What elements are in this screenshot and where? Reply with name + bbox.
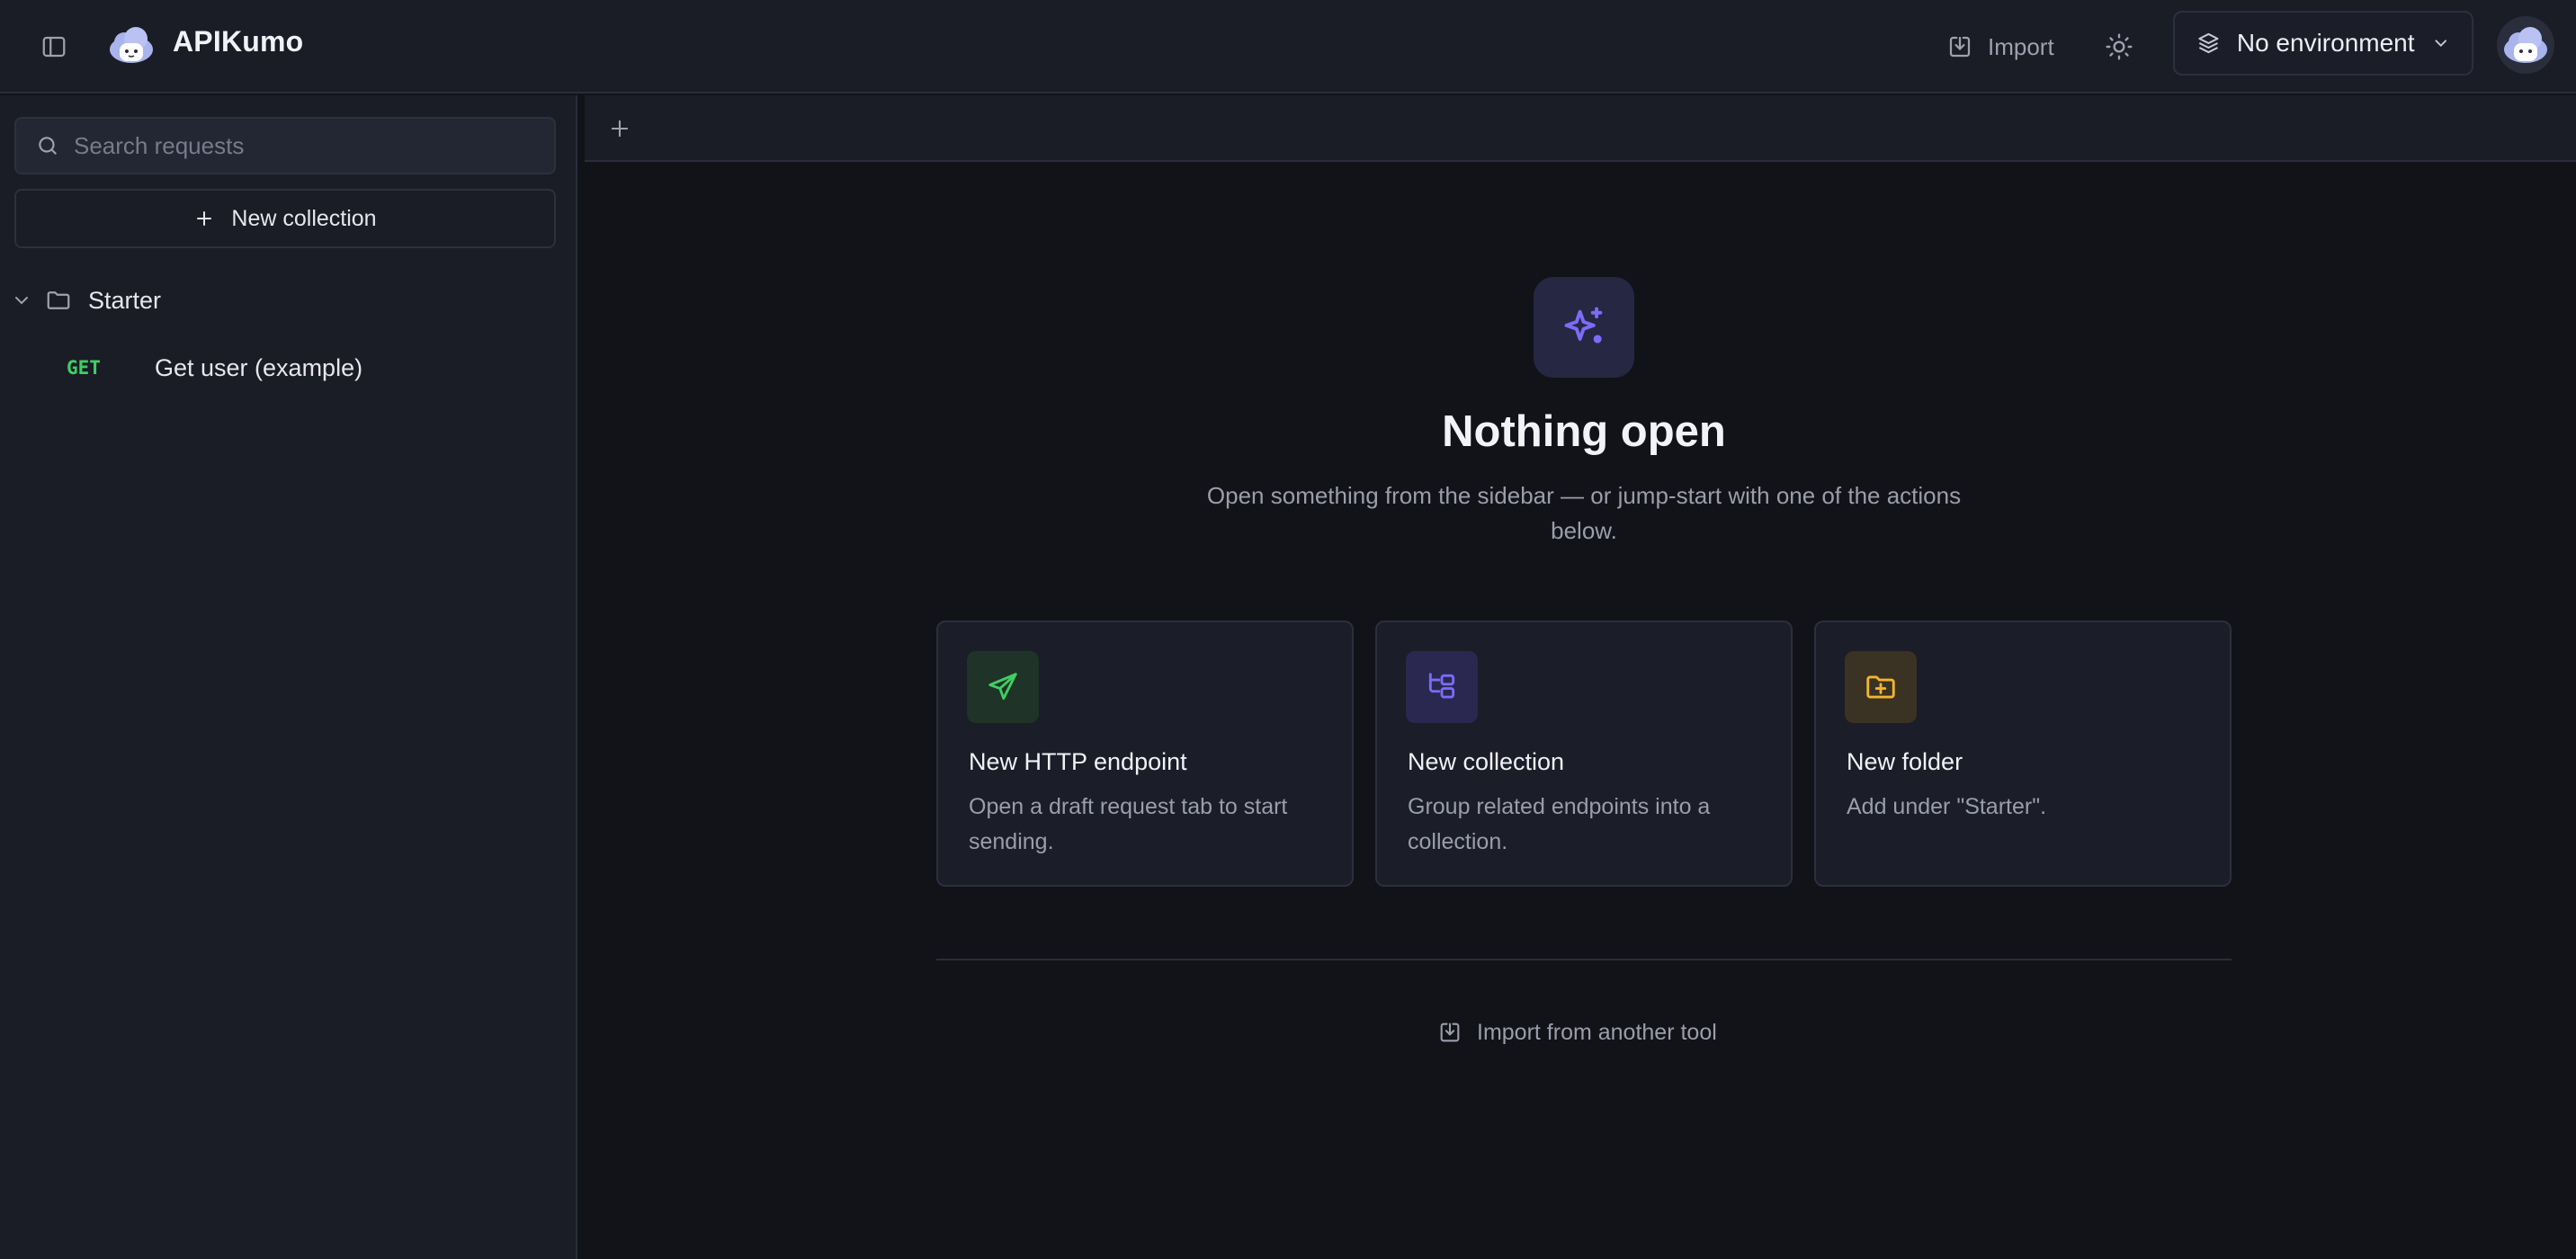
sidebar: New collection Starter GET Get user (exa… — [0, 95, 577, 1259]
search-box — [14, 117, 556, 174]
cloud-cat-logo — [110, 27, 153, 63]
card-icon-box — [1845, 651, 1917, 723]
layers-icon — [2198, 32, 2219, 54]
card-title: New folder — [1847, 748, 1963, 775]
search-input[interactable] — [74, 131, 534, 160]
new-folder-card[interactable]: New folder Add under "Starter". — [1814, 621, 2232, 887]
card-title: New HTTP endpoint — [969, 748, 1187, 775]
folder-plus-icon — [1866, 675, 1895, 699]
import-link-label: Import from another tool — [1477, 1019, 1717, 1045]
top-bar: APIKumo Import No environment — [0, 0, 2576, 94]
divider — [936, 959, 2232, 960]
new-collection-label: New collection — [231, 205, 377, 231]
new-tab-button[interactable] — [599, 108, 640, 149]
import-icon — [1440, 1022, 1460, 1042]
request-label: Get user (example) — [155, 353, 363, 381]
new-collection-card[interactable]: New collection Group related endpoints i… — [1375, 621, 1793, 887]
plus-icon — [611, 120, 629, 138]
import-button[interactable]: Import — [1934, 23, 2067, 70]
card-icon-box — [1406, 651, 1478, 723]
card-description: Add under "Starter". — [1847, 794, 2047, 819]
import-icon — [1949, 36, 1971, 58]
card-title: New collection — [1408, 748, 1565, 775]
import-button-label: Import — [1988, 32, 2054, 60]
search-icon — [39, 137, 57, 155]
tree-folder-starter[interactable]: Starter — [11, 281, 559, 320]
environment-select[interactable]: No environment — [2173, 11, 2473, 76]
chevron-down-icon — [2434, 40, 2446, 47]
sun-icon — [2106, 33, 2133, 60]
sidebar-toggle-button[interactable] — [34, 27, 74, 67]
import-from-another-tool-link[interactable]: Import from another tool — [1437, 1014, 1717, 1050]
card-icon-box — [967, 651, 1039, 723]
sparkles-icon — [1564, 307, 1603, 344]
tree-folder-label: Starter — [88, 286, 162, 314]
empty-state-title: Nothing open — [1442, 407, 1726, 456]
new-collection-button[interactable]: New collection — [14, 189, 556, 248]
collection-tree-icon — [1428, 673, 1455, 699]
empty-state-subtitle: Open something from the sidebar — or jum… — [1206, 482, 1962, 544]
plus-icon — [197, 211, 212, 226]
theme-toggle-button[interactable] — [2096, 23, 2142, 70]
tree-request-get-user[interactable]: GET Get user (example) — [54, 345, 558, 390]
tab-strip — [585, 95, 2576, 162]
environment-select-value: No environment — [2236, 29, 2415, 57]
app-title: APIKumo — [173, 25, 304, 58]
send-icon — [988, 673, 1017, 701]
sparkle-badge — [1534, 277, 1634, 378]
card-description: Group related endpoints into a collectio… — [1408, 794, 1711, 854]
user-avatar[interactable] — [2497, 16, 2554, 74]
folder-icon — [47, 291, 70, 309]
chevron-down-icon[interactable] — [11, 290, 32, 311]
card-description: Open a draft request tab to start sendin… — [969, 794, 1288, 854]
sidebar-toggle-icon — [42, 36, 66, 58]
method-badge: GET — [67, 357, 101, 379]
new-http-endpoint-card[interactable]: New HTTP endpoint Open a draft request t… — [936, 621, 1354, 887]
cloud-cat-avatar-icon — [2504, 27, 2547, 63]
